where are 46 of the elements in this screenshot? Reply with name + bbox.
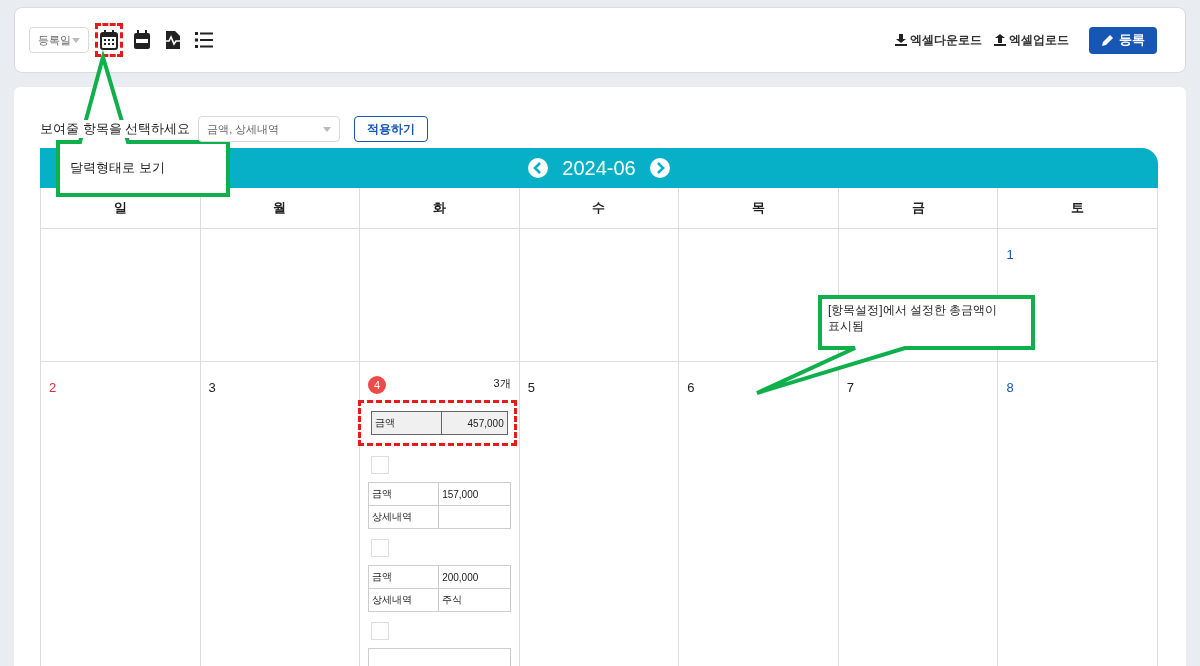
weekday-header: 화 [360, 188, 520, 229]
calendar-icon [133, 30, 151, 50]
checkbox[interactable] [371, 622, 390, 640]
file-pulse-icon [165, 30, 181, 50]
item-count: 3개 [493, 376, 511, 391]
weekday-header: 토 [998, 188, 1158, 229]
day-number: 6 [687, 380, 695, 395]
checkbox[interactable] [371, 456, 390, 474]
excel-link[interactable]: 엑셀업로드 [994, 31, 1069, 49]
total-amount: 457,000 [466, 416, 505, 431]
day-number: 1 [1006, 247, 1014, 262]
day-number: 3 [208, 380, 216, 395]
table-cell: 금액 [369, 483, 440, 505]
callout-text: [항목설정]에서 설정한 총금액이 표시됨 [828, 303, 999, 335]
list-icon [195, 31, 213, 49]
view-button[interactable] [95, 23, 123, 57]
field-picker-label: 보여줄 항목을 선택하세요 [40, 120, 191, 138]
checkbox[interactable] [371, 539, 390, 557]
weekday-header: 금 [838, 188, 999, 229]
day-number: 7 [846, 380, 855, 395]
table-cell: 상세내역 [369, 506, 440, 528]
next-icon[interactable] [649, 158, 670, 178]
day-number: 8 [1006, 380, 1014, 395]
callout-text: 달력형태로 보기 [70, 159, 165, 177]
day-number: 2 [49, 380, 57, 395]
table-cell-text: 200,000 [441, 570, 480, 585]
table-cell: 상세내역 [369, 589, 440, 611]
table-cell: 금액 [369, 566, 440, 588]
weekday-header: 수 [519, 188, 680, 229]
calendar-icon [100, 30, 118, 50]
field-dropdown[interactable]: 금액, 상세내역 [198, 116, 341, 142]
date-filter-dropdown[interactable]: 등록일 [29, 27, 89, 53]
month-title: 2024-06 [562, 156, 636, 180]
total-label: 금액 [372, 412, 443, 434]
table-cell-text: 157,000 [441, 487, 480, 502]
excel-link[interactable]: 엑셀다운로드 [895, 31, 982, 49]
upload-icon [994, 34, 1006, 46]
pencil-icon [1101, 34, 1114, 46]
register-button[interactable]: 등록 [1089, 26, 1157, 54]
day-number: 5 [527, 380, 535, 395]
weekday-header: 목 [679, 188, 839, 229]
apply-button[interactable]: 적용하기 [354, 116, 429, 142]
table-cell-text: 주식 [441, 593, 464, 607]
previous-icon[interactable] [528, 158, 549, 178]
download-icon [895, 34, 907, 46]
day-number: 4 [368, 376, 387, 394]
